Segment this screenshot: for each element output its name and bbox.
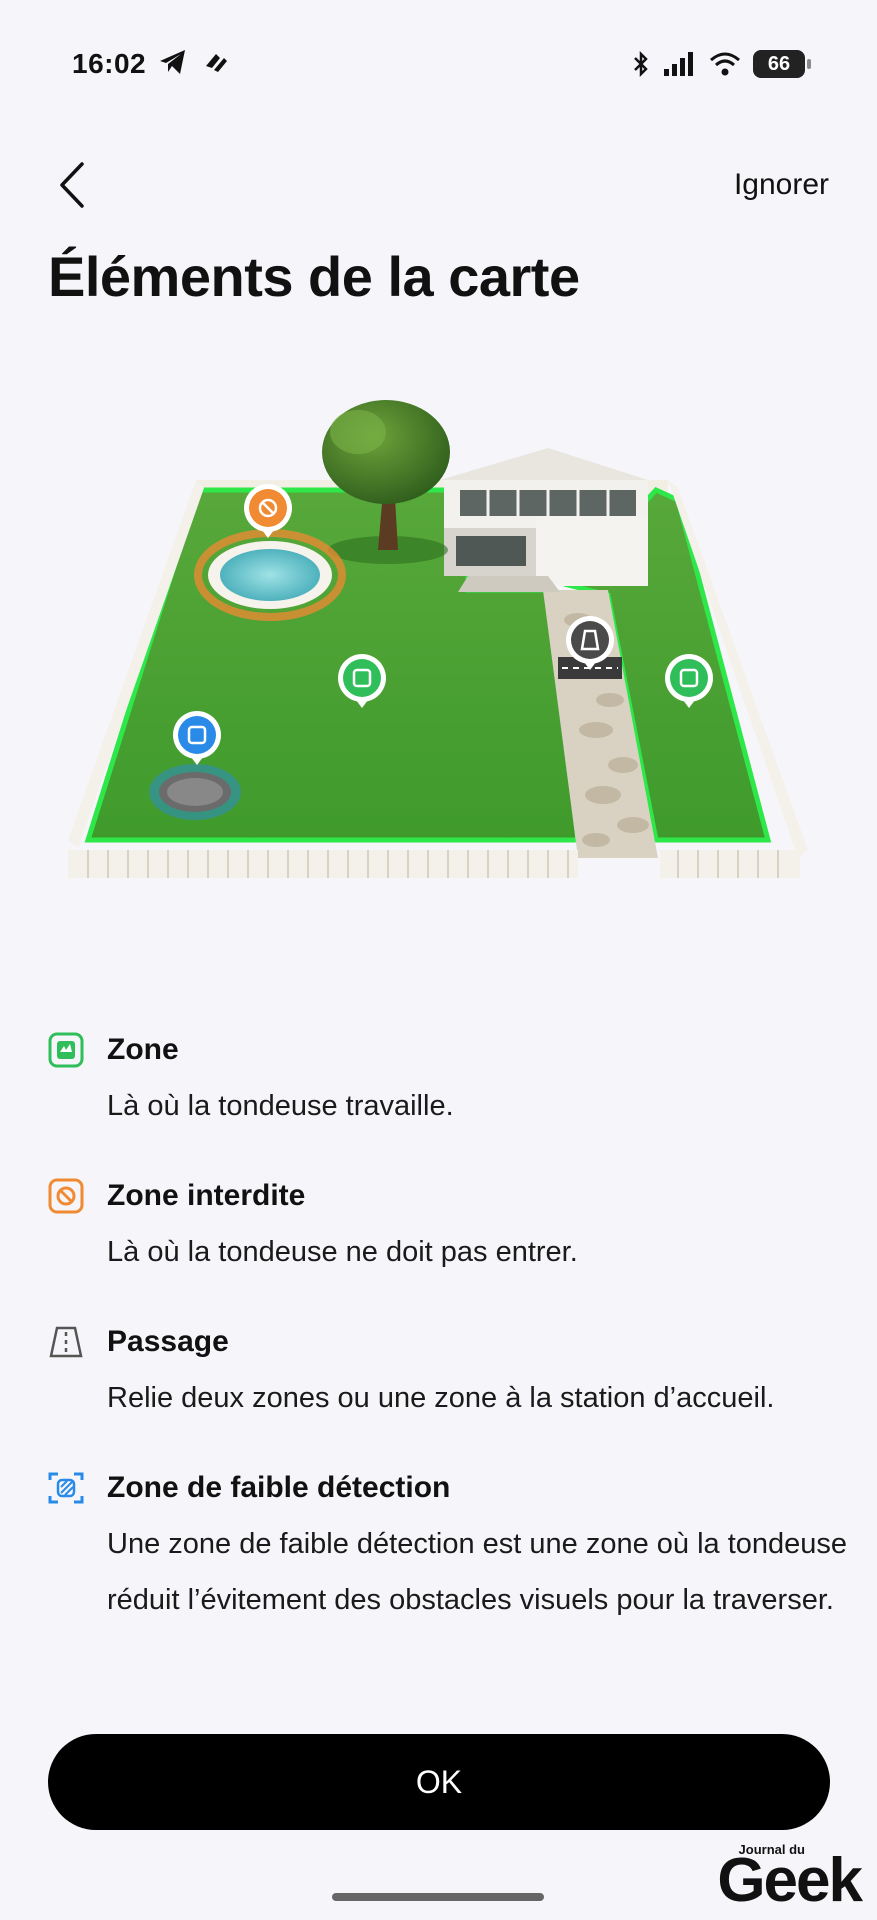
app-notification-icon — [206, 54, 227, 72]
legend-title: Zone interdite — [107, 1179, 306, 1212]
map-illustration — [68, 400, 808, 878]
legend-description: Là où la tondeuse travaille. — [107, 1090, 454, 1122]
bluetooth-icon — [634, 50, 648, 78]
chevron-left-icon — [60, 162, 84, 208]
telegram-icon — [160, 50, 185, 74]
nav-bar: Ignorer — [0, 150, 877, 220]
home-indicator[interactable] — [332, 1893, 544, 1901]
watermark-big-text: Geek — [717, 1846, 863, 1915]
legend-item-low-detection: Zone de faible détection Une zone de fai… — [48, 1466, 848, 1628]
legend-description: Là où la tondeuse ne doit pas entrer. — [107, 1236, 578, 1268]
manhole — [149, 764, 241, 820]
signal-icon — [664, 52, 693, 76]
zone-icon — [48, 1032, 84, 1068]
battery-icon: 66 — [753, 50, 811, 78]
legend-title: Zone de faible détection — [107, 1471, 451, 1504]
battery-level: 66 — [767, 52, 791, 75]
legend-description: Une zone de faible détection est une zon… — [107, 1528, 848, 1616]
back-button[interactable] — [48, 158, 94, 212]
legend-item-zone: Zone Là où la tondeuse travaille. — [48, 1028, 848, 1134]
legend-item-passage: Passage Relie deux zones ou une zone à l… — [48, 1320, 848, 1426]
house — [440, 448, 648, 592]
low-detection-zone-icon — [48, 1472, 84, 1504]
legend-title: Passage — [107, 1325, 229, 1358]
legend-description: Relie deux zones ou une zone à la statio… — [107, 1382, 775, 1414]
legend-list: Zone Là où la tondeuse travaille. Zone i… — [48, 1028, 848, 1668]
fence-front — [68, 850, 800, 878]
legend-item-no-go-zone: Zone interdite Là où la tondeuse ne doit… — [48, 1174, 848, 1280]
watermark-logo: Journal du Geek — [691, 1842, 863, 1915]
legend-title: Zone — [107, 1033, 179, 1066]
page-title: Éléments de la carte — [48, 245, 580, 308]
pool — [194, 529, 346, 621]
skip-button[interactable]: Ignorer — [734, 168, 829, 202]
ok-button[interactable]: OK — [48, 1734, 830, 1830]
wifi-icon — [710, 52, 740, 76]
passage-icon — [49, 1326, 83, 1358]
no-go-zone-icon — [48, 1178, 84, 1214]
status-time: 16:02 — [72, 48, 147, 79]
status-bar: 16:02 66 — [0, 0, 877, 130]
